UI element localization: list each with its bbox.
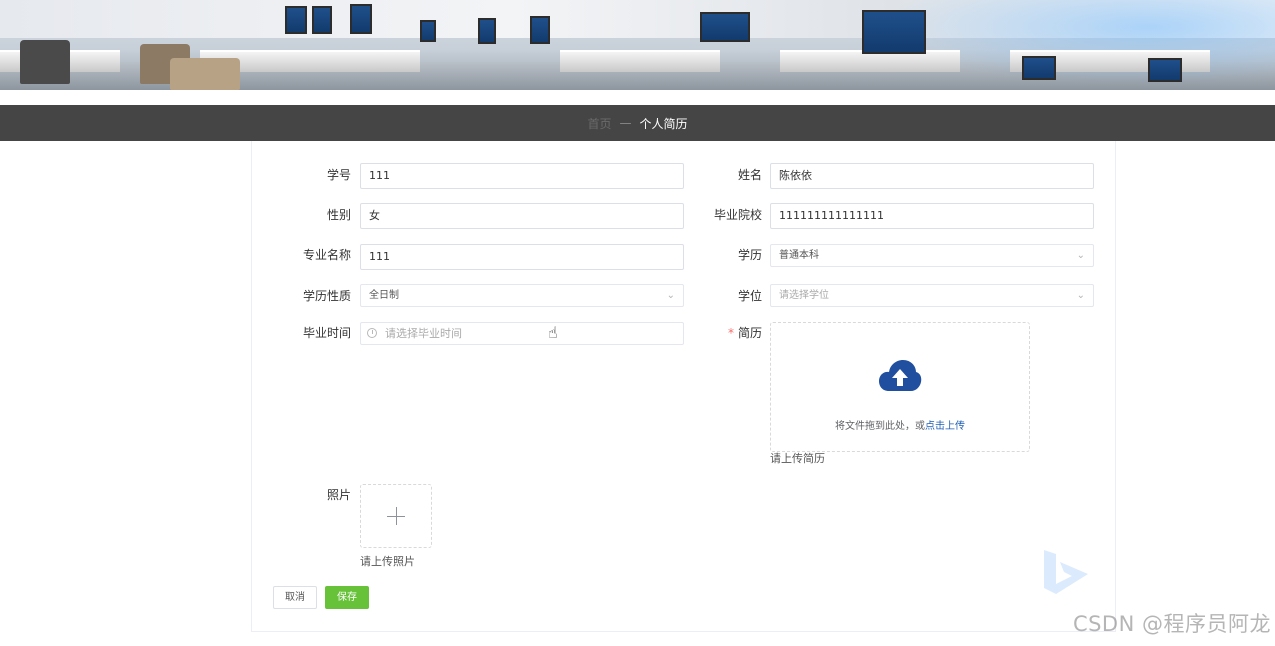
- student-id-input[interactable]: 111: [360, 163, 684, 189]
- education-type-value: 全日制: [369, 290, 399, 301]
- degree-label: 学位: [737, 289, 762, 303]
- watermark: CSDN @程序员阿龙: [1072, 612, 1271, 636]
- photo-label: 照片: [326, 488, 351, 502]
- save-button[interactable]: 保存: [325, 586, 369, 609]
- name-label: 姓名: [737, 168, 762, 182]
- degree-select[interactable]: 请选择学位 ⌄: [770, 284, 1094, 307]
- degree-placeholder: 请选择学位: [779, 290, 829, 301]
- chevron-down-icon: ⌄: [666, 290, 675, 301]
- resume-label: * 简历: [682, 320, 762, 346]
- required-asterisk: *: [727, 326, 734, 340]
- upload-instruction: 将文件拖到此处，或点击上传: [771, 417, 1029, 432]
- gender-input[interactable]: 女: [360, 203, 684, 229]
- cancel-button[interactable]: 取消: [273, 586, 317, 609]
- upload-drag-text: 将文件拖到此处，或: [835, 421, 925, 432]
- chevron-down-icon: ⌄: [1076, 250, 1085, 261]
- school-label: 毕业院校: [713, 208, 762, 222]
- school-input[interactable]: 111111111111111: [770, 203, 1094, 229]
- graduation-time-picker[interactable]: 请选择毕业时间: [360, 322, 684, 345]
- photo-upload-box[interactable]: [360, 484, 432, 548]
- hand-cursor-icon: ☝: [548, 323, 558, 342]
- cloud-upload-icon: [879, 360, 922, 391]
- education-type-select[interactable]: 全日制 ⌄: [360, 284, 684, 307]
- education-value: 普通本科: [779, 250, 819, 261]
- chevron-down-icon: ⌄: [1076, 290, 1085, 301]
- breadcrumb-home[interactable]: 首页: [587, 115, 611, 132]
- bing-logo-icon: [1044, 550, 1088, 594]
- breadcrumb: 首页 — 个人简历: [0, 105, 1275, 141]
- student-id-label: 学号: [326, 168, 351, 182]
- major-label: 专业名称: [302, 248, 351, 262]
- breadcrumb-separator: —: [619, 116, 632, 130]
- resume-upload-dropzone[interactable]: 将文件拖到此处，或点击上传: [770, 322, 1030, 452]
- graduation-time-label: 毕业时间: [302, 326, 351, 340]
- education-select[interactable]: 普通本科 ⌄: [770, 244, 1094, 267]
- graduation-time-placeholder: 请选择毕业时间: [385, 327, 462, 340]
- clock-icon: [367, 328, 377, 338]
- name-input[interactable]: 陈依依: [770, 163, 1094, 189]
- major-input[interactable]: 111: [360, 244, 684, 270]
- resume-upload-tip: 请上传简历: [770, 452, 825, 465]
- resume-label-text: 简历: [737, 326, 762, 340]
- photo-upload-tip: 请上传照片: [360, 555, 415, 568]
- education-type-label: 学历性质: [302, 289, 351, 303]
- breadcrumb-current: 个人简历: [639, 116, 688, 131]
- education-label: 学历: [737, 248, 762, 262]
- upload-click-link[interactable]: 点击上传: [925, 421, 965, 432]
- header-banner: [0, 0, 1275, 90]
- gender-label: 性别: [326, 208, 351, 222]
